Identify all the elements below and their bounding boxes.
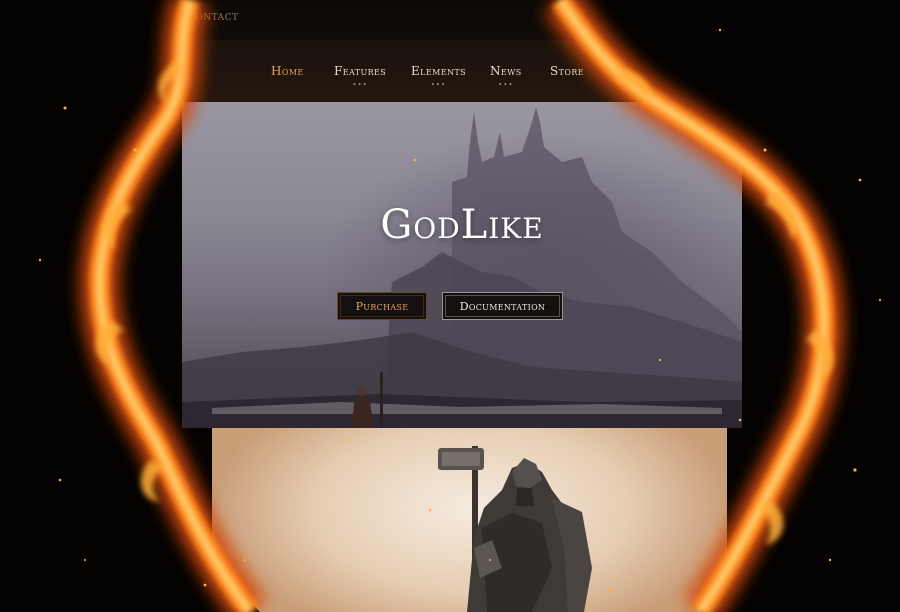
nav-item-features[interactable]: Features ••• [334,64,387,89]
hero-section: GodLike Purchase Documentation [182,102,742,428]
website: Contact Home Features ••• Elements ••• N… [182,0,742,612]
nav-item-label: Elements [411,64,466,78]
nav-item-label: News [490,64,522,78]
nav-item-elements[interactable]: Elements ••• [411,64,466,89]
nav-item-label: Store [550,64,584,78]
nav-item-label: Features [334,64,387,78]
nav-item-store[interactable]: Store [550,64,584,78]
top-bar: Contact [182,0,742,40]
nav-item-label: Home [271,64,304,78]
lower-section [212,428,727,612]
submenu-indicator-icon: ••• [498,81,514,89]
submenu-indicator-icon: ••• [430,81,447,89]
submenu-indicator-icon: ••• [352,81,368,89]
castle-landscape-illustration [182,107,742,428]
documentation-button[interactable]: Documentation [442,292,563,320]
screen: Contact Home Features ••• Elements ••• N… [0,0,900,612]
main-navigation: Home Features ••• Elements ••• News ••• … [182,40,742,103]
armored-warrior-illustration [438,446,592,612]
nav-item-news[interactable]: News ••• [490,64,522,89]
contact-link[interactable]: Contact [188,13,239,23]
purchase-button[interactable]: Purchase [337,292,427,320]
hero-title: GodLike [380,202,544,248]
nav-item-home[interactable]: Home [271,64,304,78]
